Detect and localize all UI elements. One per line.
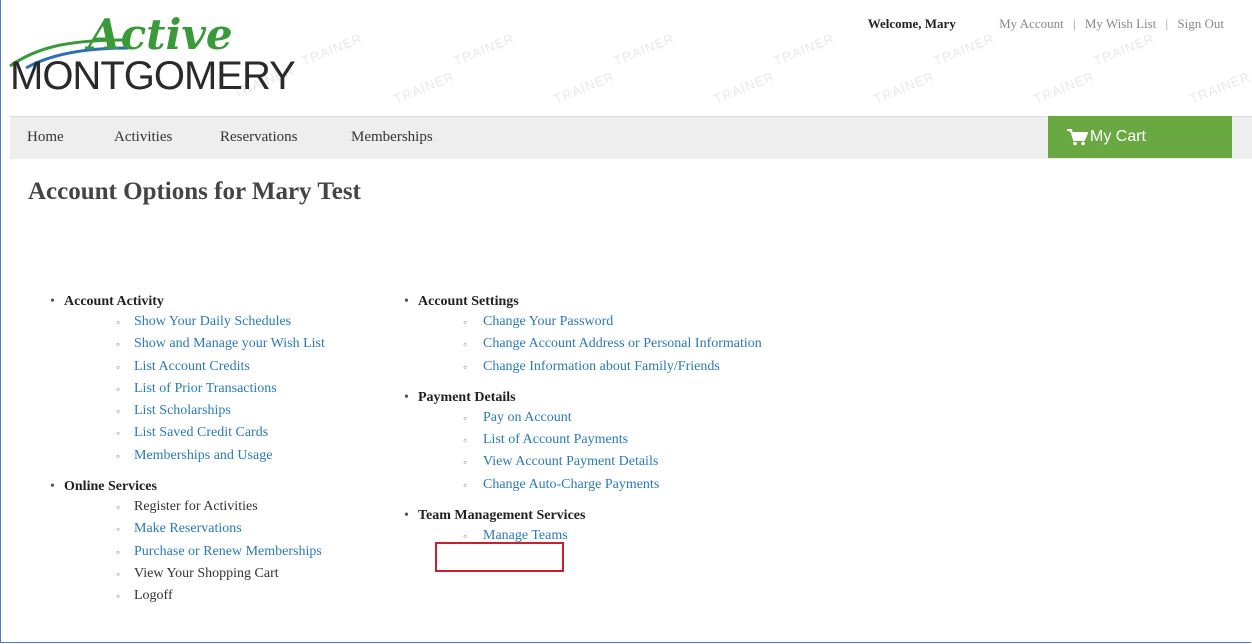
make-reservations-link[interactable]: Make Reservations [46, 518, 325, 540]
auto-charge-link[interactable]: Change Auto-Charge Payments [400, 474, 762, 496]
right-options-column: Account Settings Change Your Password Ch… [400, 292, 762, 557]
change-password-link[interactable]: Change Your Password [400, 311, 762, 333]
payment-details-group: Payment Details Pay on Account List of A… [400, 388, 762, 496]
prior-transactions-link[interactable]: List of Prior Transactions [46, 378, 325, 400]
wish-list-manage-link[interactable]: Show and Manage your Wish List [46, 333, 325, 355]
manage-teams-highlight-box [435, 542, 564, 572]
list-account-credits-link[interactable]: List Account Credits [46, 356, 325, 378]
logo-script-text: Active [88, 10, 233, 59]
logoff-link[interactable]: Logoff [46, 585, 325, 607]
group-title: Account Activity [46, 292, 325, 311]
group-title: Team Management Services [400, 506, 762, 525]
divider: | [1072, 16, 1076, 31]
view-shopping-cart-link[interactable]: View Your Shopping Cart [46, 563, 325, 585]
nav-reservations[interactable]: Reservations [220, 129, 297, 146]
shopping-cart-icon [1067, 129, 1088, 146]
page-title: Account Options for Mary Test [28, 178, 361, 205]
nav-activities[interactable]: Activities [114, 129, 172, 146]
saved-credit-cards-link[interactable]: List Saved Credit Cards [46, 422, 325, 444]
my-account-link[interactable]: My Account [999, 16, 1064, 31]
wish-list-link[interactable]: My Wish List [1085, 16, 1156, 31]
group-title: Payment Details [400, 388, 762, 407]
memberships-usage-link[interactable]: Memberships and Usage [46, 445, 325, 467]
change-address-link[interactable]: Change Account Address or Personal Infor… [400, 333, 762, 355]
show-daily-schedules-link[interactable]: Show Your Daily Schedules [46, 311, 325, 333]
welcome-text: Welcome, Mary [867, 16, 956, 31]
nav-home[interactable]: Home [27, 129, 64, 146]
account-activity-group: Account Activity Show Your Daily Schedul… [46, 292, 325, 467]
group-title: Online Services [46, 477, 325, 496]
group-title: Account Settings [400, 292, 762, 311]
site-logo[interactable]: Active MONTGOMERY [6, 8, 306, 108]
account-links: Welcome, Mary My Account | My Wish List … [868, 16, 1224, 32]
account-settings-group: Account Settings Change Your Password Ch… [400, 292, 762, 378]
purchase-memberships-link[interactable]: Purchase or Renew Memberships [46, 541, 325, 563]
logo-word-text: MONTGOMERY [10, 54, 296, 98]
account-payments-link[interactable]: List of Account Payments [400, 429, 762, 451]
sign-out-link[interactable]: Sign Out [1177, 16, 1224, 31]
divider: | [1165, 16, 1169, 31]
online-services-group: Online Services Register for Activities … [46, 477, 325, 607]
left-options-column: Account Activity Show Your Daily Schedul… [46, 292, 325, 618]
pay-on-account-link[interactable]: Pay on Account [400, 407, 762, 429]
register-activities-link[interactable]: Register for Activities [46, 496, 325, 518]
list-scholarships-link[interactable]: List Scholarships [46, 400, 325, 422]
payment-details-link[interactable]: View Account Payment Details [400, 451, 762, 473]
change-family-info-link[interactable]: Change Information about Family/Friends [400, 356, 762, 378]
cart-label: My Cart [1090, 128, 1146, 145]
nav-memberships[interactable]: Memberships [351, 129, 433, 146]
my-cart-button[interactable]: My Cart [1048, 116, 1232, 158]
